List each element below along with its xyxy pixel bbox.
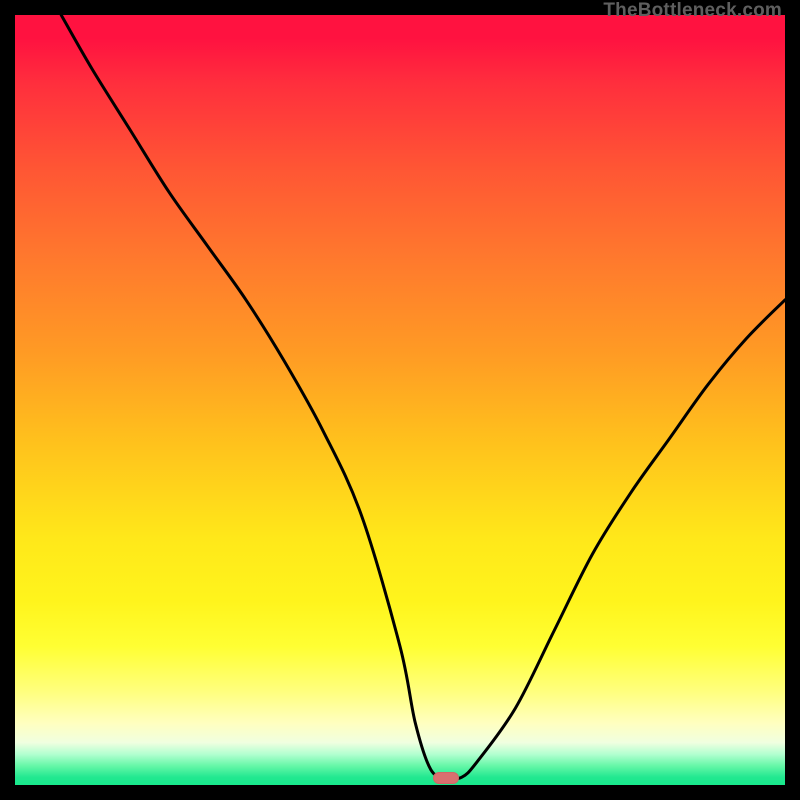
chart-frame: TheBottleneck.com [0,0,800,800]
optimal-marker [433,772,459,784]
plot-area [15,15,785,785]
watermark-text: TheBottleneck.com [603,0,782,22]
heat-gradient [15,15,785,785]
